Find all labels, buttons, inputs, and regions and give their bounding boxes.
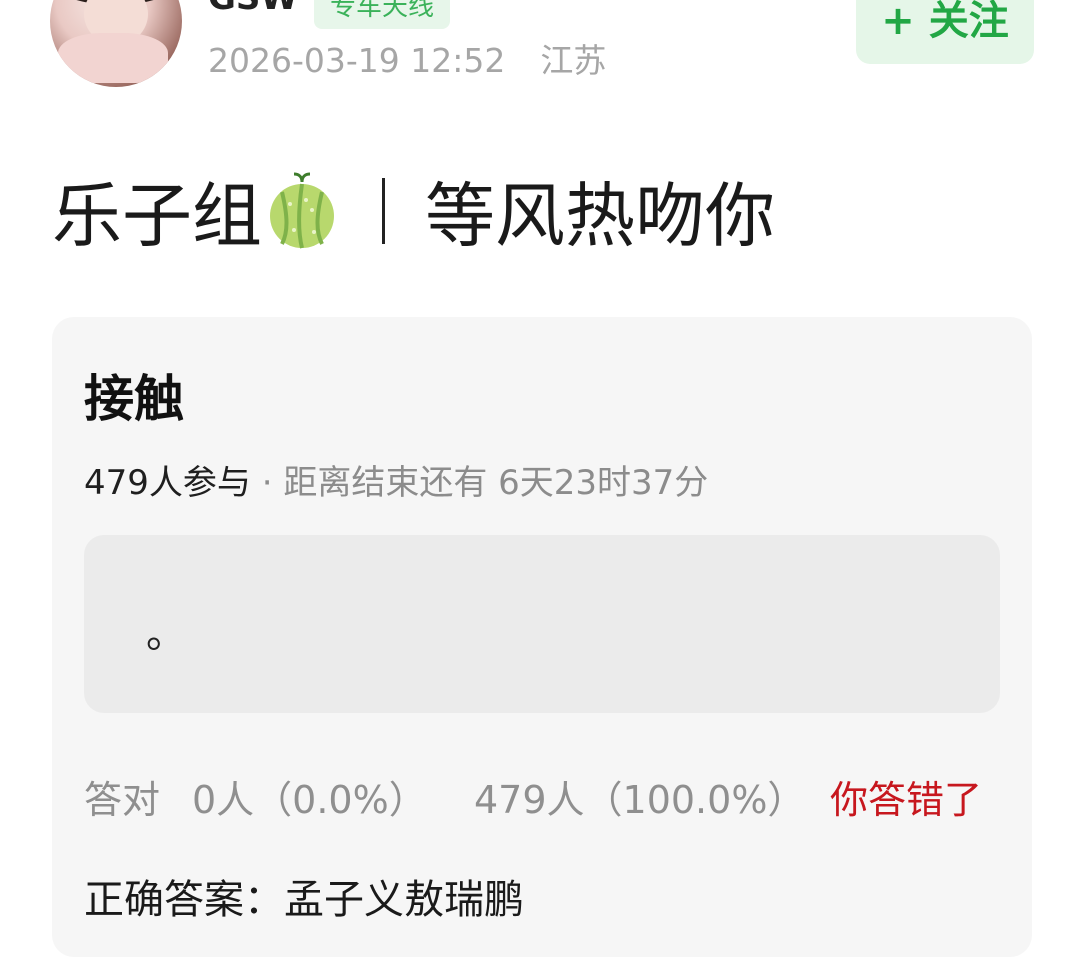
- correct-count: 0人（0.0%）: [192, 778, 427, 822]
- post-timestamp: 2026-03-19 12:52: [208, 41, 506, 80]
- answer-option-text: 。: [146, 611, 186, 657]
- avatar-hand: [58, 33, 168, 83]
- result-status: 你答错了: [830, 778, 983, 822]
- wrong-count: 479人（100.0%）: [474, 778, 806, 822]
- post-title-left: 乐子组: [52, 175, 262, 257]
- post-location: 江苏: [540, 41, 607, 80]
- quiz-title: 接触: [84, 370, 184, 428]
- user-badge: 专车天线: [314, 0, 451, 29]
- post-title: 乐子组 等风热吻你: [52, 160, 775, 261]
- follow-button[interactable]: + 关注: [856, 0, 1034, 64]
- avatar[interactable]: [50, 0, 182, 87]
- quiz-participants: 479人参与: [84, 463, 251, 503]
- quiz-stats: 479人参与 · 距离结束还有 6天23时37分: [84, 455, 708, 504]
- stats-separator: ·: [250, 463, 284, 503]
- post-title-right: 等风热吻你: [425, 175, 775, 257]
- correct-label: 答对: [84, 778, 161, 822]
- melon-icon: [268, 172, 336, 250]
- quiz-deadline: 距离结束还有 6天23时37分: [283, 463, 709, 503]
- username[interactable]: GSW: [208, 0, 298, 18]
- correct-answer: 正确答案：孟子义敖瑞鹏: [84, 877, 524, 923]
- post-meta: 2026-03-19 12:52 江苏: [208, 34, 606, 82]
- quiz-card: 接触 479人参与 · 距离结束还有 6天23时37分 。 答对 0人（0.0%…: [52, 317, 1032, 957]
- title-divider: [382, 177, 385, 244]
- answer-option[interactable]: 。: [84, 535, 1000, 713]
